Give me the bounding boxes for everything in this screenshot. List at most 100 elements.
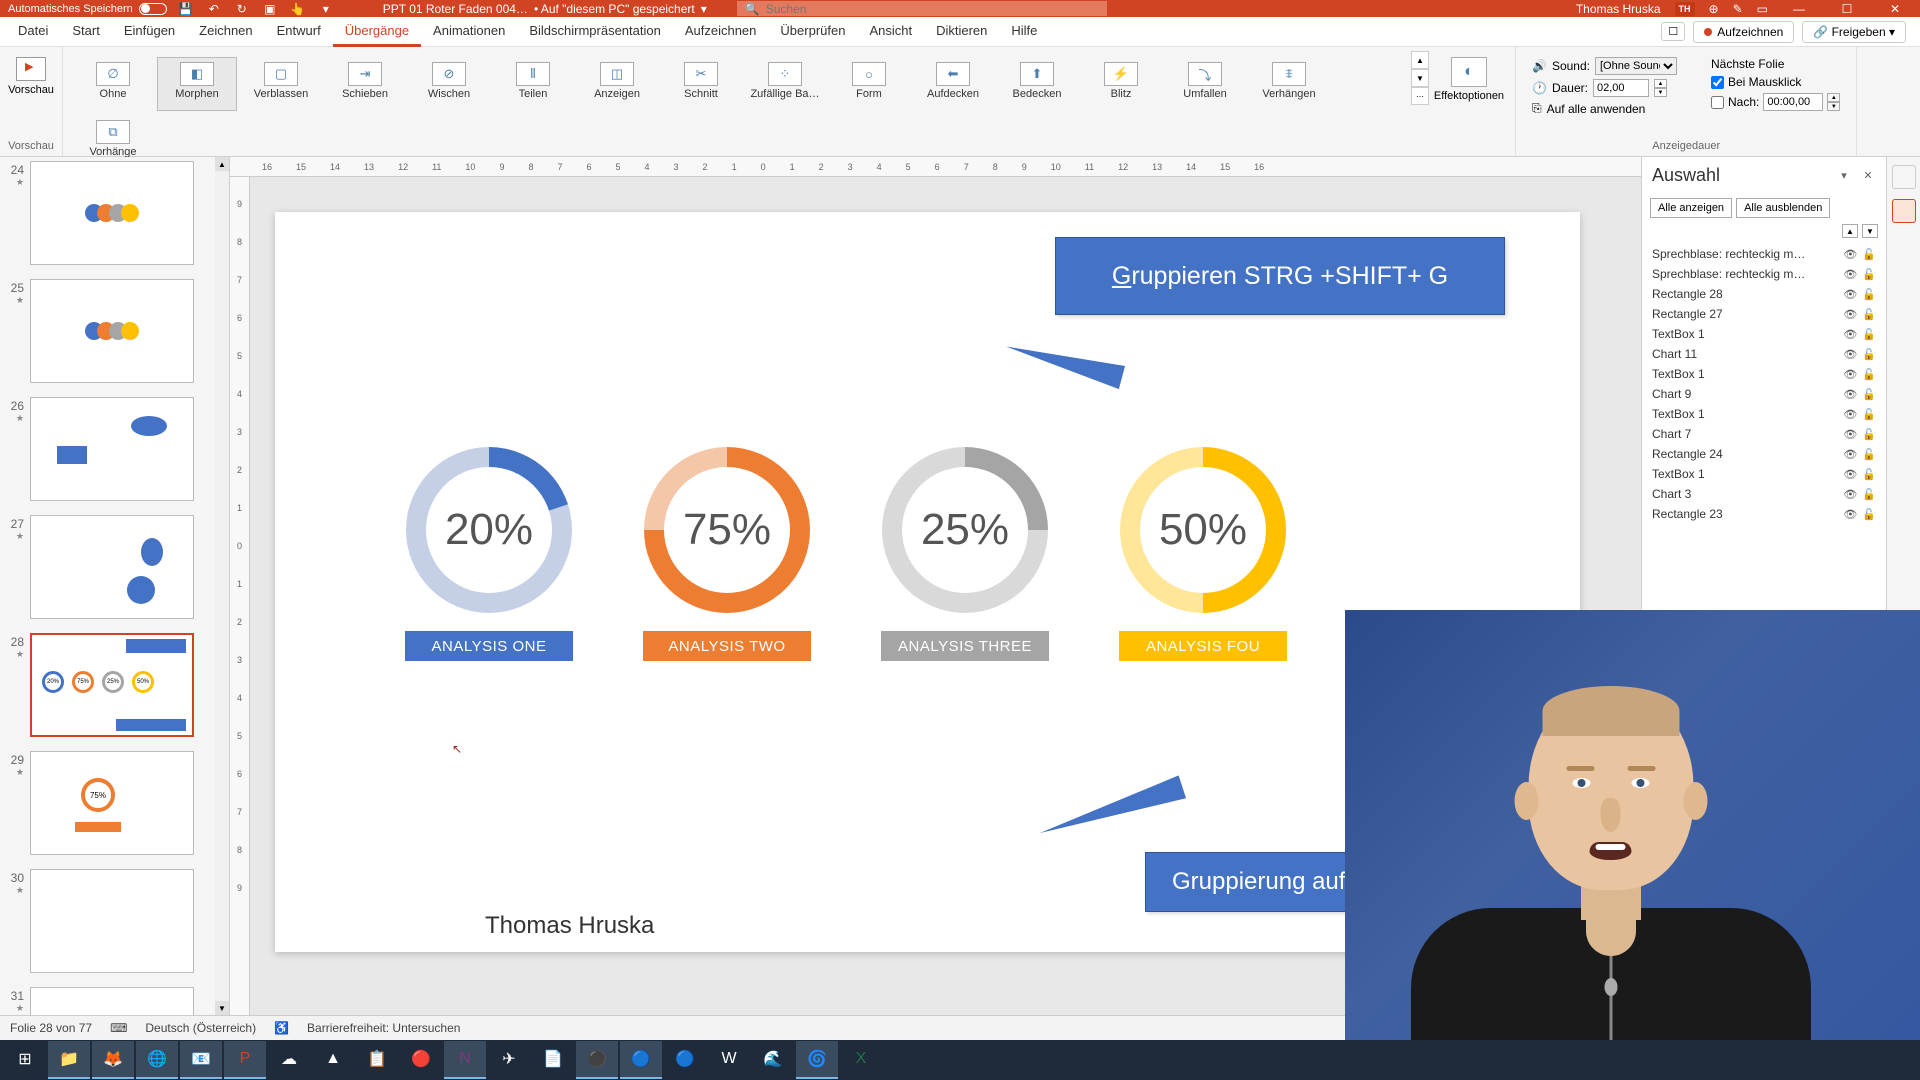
menu-tab-diktieren[interactable]: Diktieren — [924, 17, 999, 47]
transition-aufdecken[interactable]: ⬅Aufdecken — [913, 57, 993, 111]
chart-label[interactable]: ANALYSIS FOU — [1119, 631, 1287, 661]
transition-verblassen[interactable]: ▢Verblassen — [241, 57, 321, 111]
status-slide[interactable]: Folie 28 von 77 — [10, 1021, 92, 1035]
transition-bedecken[interactable]: ⬆Bedecken — [997, 57, 1077, 111]
after-checkbox[interactable]: Nach: ▲▼ — [1711, 93, 1840, 111]
edge-icon[interactable]: 🌀 — [796, 1041, 838, 1079]
task-icon[interactable]: 📄 — [532, 1041, 574, 1079]
vlc-icon[interactable]: ▲ — [312, 1041, 354, 1079]
outlook-icon[interactable]: 📧 — [180, 1041, 222, 1079]
scroll-up-icon[interactable]: ▲ — [215, 157, 229, 171]
selection-item[interactable]: Rectangle 28👁🔓 — [1642, 284, 1886, 304]
search-bar[interactable]: 🔍 — [737, 1, 1107, 16]
status-a11y[interactable]: Barrierefreiheit: Untersuchen — [307, 1021, 460, 1035]
menu-tab-entwurf[interactable]: Entwurf — [265, 17, 333, 47]
transition-ohne[interactable]: ∅Ohne — [73, 57, 153, 111]
gallery-more-icon[interactable]: ⋯ — [1411, 87, 1429, 105]
task-icon[interactable]: 📋 — [356, 1041, 398, 1079]
apply-all-button[interactable]: ⎘ Auf alle anwenden — [1532, 101, 1677, 116]
visibility-icon[interactable]: 👁 — [1843, 268, 1857, 281]
task-icon[interactable]: 🔴 — [400, 1041, 442, 1079]
slide-thumbnail-29[interactable]: 29★75% — [0, 747, 229, 865]
chart-4[interactable]: 50%ANALYSIS FOU — [1119, 447, 1287, 661]
visibility-icon[interactable]: 👁 — [1843, 428, 1857, 441]
lock-icon[interactable]: 🔓 — [1862, 348, 1876, 361]
maximize-button[interactable]: ☐ — [1830, 0, 1864, 17]
gallery-down-icon[interactable]: ▼ — [1411, 69, 1429, 87]
visibility-icon[interactable]: 👁 — [1843, 248, 1857, 261]
selection-item[interactable]: Rectangle 27👁🔓 — [1642, 304, 1886, 324]
gallery-up-icon[interactable]: ▲ — [1411, 51, 1429, 69]
chart-label[interactable]: ANALYSIS TWO — [643, 631, 811, 661]
lock-icon[interactable]: 🔓 — [1862, 428, 1876, 441]
transition-schieben[interactable]: ⇥Schieben — [325, 57, 405, 111]
lock-icon[interactable]: 🔓 — [1862, 268, 1876, 281]
sound-select[interactable]: [Ohne Sound] — [1595, 57, 1677, 75]
qat-more-icon[interactable]: ▾ — [317, 2, 335, 16]
selection-item[interactable]: Rectangle 24👁🔓 — [1642, 444, 1886, 464]
after-input[interactable] — [1763, 93, 1823, 111]
lock-icon[interactable]: 🔓 — [1862, 248, 1876, 261]
menu-tab-datei[interactable]: Datei — [6, 17, 60, 47]
record-button[interactable]: Aufzeichnen — [1693, 21, 1794, 43]
transition-teilen[interactable]: ⦀Teilen — [493, 57, 573, 111]
selection-item[interactable]: Chart 3👁🔓 — [1642, 484, 1886, 504]
visibility-icon[interactable]: 👁 — [1843, 348, 1857, 361]
transition-verhängen[interactable]: ⩨Verhängen — [1249, 57, 1329, 111]
menu-tab-zeichnen[interactable]: Zeichnen — [187, 17, 264, 47]
selection-item[interactable]: Sprechblase: rechteckig m…👁🔓 — [1642, 244, 1886, 264]
transition-anzeigen[interactable]: ◫Anzeigen — [577, 57, 657, 111]
selection-item[interactable]: Rectangle 23👁🔓 — [1642, 504, 1886, 524]
donut-chart[interactable]: 75% — [644, 447, 810, 613]
teams-icon[interactable]: ⊕ — [1709, 2, 1719, 16]
menu-tab-start[interactable]: Start — [60, 17, 111, 47]
chevron-down-icon[interactable]: ▾ — [701, 2, 707, 16]
menu-tab-überprüfen[interactable]: Überprüfen — [768, 17, 857, 47]
task-icon[interactable]: 🔵 — [620, 1041, 662, 1079]
menu-tab-hilfe[interactable]: Hilfe — [999, 17, 1049, 47]
search-input[interactable] — [766, 2, 1099, 16]
slide-thumbnail-28[interactable]: 28★20%75%25%50% — [0, 629, 229, 747]
selection-item[interactable]: TextBox 1👁🔓 — [1642, 464, 1886, 484]
excel-icon[interactable]: X — [840, 1041, 882, 1079]
onenote-icon[interactable]: N — [444, 1041, 486, 1079]
lock-icon[interactable]: 🔓 — [1862, 328, 1876, 341]
spin-down-icon[interactable]: ▼ — [1654, 88, 1667, 97]
slide-thumbnail-30[interactable]: 30★ — [0, 865, 229, 983]
lock-icon[interactable]: 🔓 — [1862, 368, 1876, 381]
menu-tab-ansicht[interactable]: Ansicht — [857, 17, 924, 47]
menu-tab-aufzeichnen[interactable]: Aufzeichnen — [673, 17, 769, 47]
menu-tab-übergänge[interactable]: Übergänge — [333, 17, 421, 47]
slide-thumbnail-27[interactable]: 27★ — [0, 511, 229, 629]
transition-morphen[interactable]: ◧Morphen — [157, 57, 237, 111]
chart-label[interactable]: ANALYSIS THREE — [881, 631, 1049, 661]
menu-tab-bildschirmpräsentation[interactable]: Bildschirmpräsentation — [517, 17, 673, 47]
hide-all-button[interactable]: Alle ausblenden — [1736, 198, 1830, 218]
visibility-icon[interactable]: 👁 — [1843, 468, 1857, 481]
minimize-button[interactable]: — — [1782, 0, 1816, 17]
selection-item[interactable]: Sprechblase: rechteckig m…👁🔓 — [1642, 264, 1886, 284]
visibility-icon[interactable]: 👁 — [1843, 408, 1857, 421]
visibility-icon[interactable]: 👁 — [1843, 448, 1857, 461]
close-button[interactable]: ✕ — [1878, 0, 1912, 17]
spin-down-icon[interactable]: ▼ — [1827, 102, 1840, 111]
on-click-checkbox[interactable]: Bei Mausklick — [1711, 75, 1840, 89]
selection-item[interactable]: Chart 9👁🔓 — [1642, 384, 1886, 404]
word-icon[interactable]: W — [708, 1041, 750, 1079]
chart-2[interactable]: 75% ANALYSIS TWO — [643, 447, 811, 661]
visibility-icon[interactable]: 👁 — [1843, 488, 1857, 501]
a11y-check-icon[interactable]: ♿ — [274, 1021, 289, 1035]
transition-blitz[interactable]: ⚡Blitz — [1081, 57, 1161, 111]
pane-dropdown-icon[interactable]: ▾ — [1836, 168, 1852, 184]
move-down-icon[interactable]: ▼ — [1862, 224, 1878, 238]
visibility-icon[interactable]: 👁 — [1843, 288, 1857, 301]
lock-icon[interactable]: 🔓 — [1862, 308, 1876, 321]
firefox-icon[interactable]: 🦊 — [92, 1041, 134, 1079]
thumbnail-pane[interactable]: 24★25★26★27★28★20%75%25%50%29★75%30★31★ … — [0, 157, 230, 1015]
task-icon[interactable]: ☁ — [268, 1041, 310, 1079]
show-all-button[interactable]: Alle anzeigen — [1650, 198, 1732, 218]
touch-icon[interactable]: 👆 — [289, 2, 307, 16]
menu-tab-einfügen[interactable]: Einfügen — [112, 17, 187, 47]
selection-item[interactable]: Chart 11👁🔓 — [1642, 344, 1886, 364]
selection-item[interactable]: TextBox 1👁🔓 — [1642, 364, 1886, 384]
